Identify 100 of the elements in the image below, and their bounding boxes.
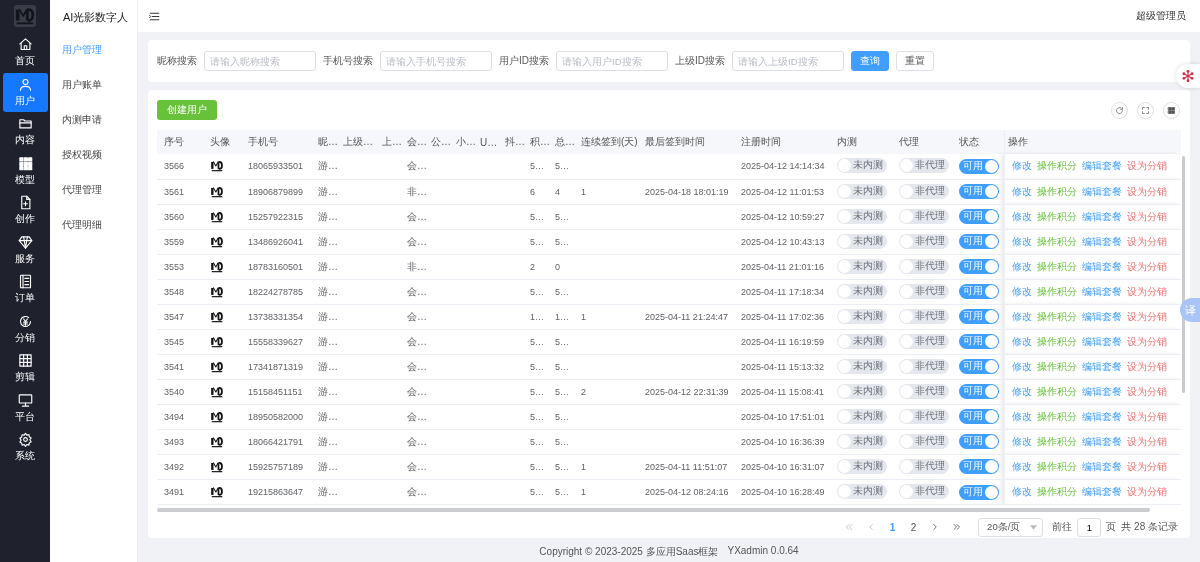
action-link[interactable]: 操作积分 (1036, 334, 1077, 349)
sidebar-item[interactable]: 剪辑 (2, 349, 48, 389)
sidebar-item[interactable]: 订单 (2, 270, 48, 310)
action-link[interactable]: 设为分销 (1126, 209, 1167, 224)
toggle-switch[interactable]: 未内测 (837, 358, 887, 374)
toggle-switch[interactable]: 可用 (959, 259, 999, 275)
toggle-switch[interactable]: 未内测 (837, 333, 887, 349)
page-input[interactable]: 1 (1077, 517, 1102, 537)
toggle-switch[interactable]: 未内测 (837, 158, 887, 174)
action-link[interactable]: 修改 (1011, 259, 1032, 274)
toggle-switch[interactable]: 未内测 (837, 383, 887, 399)
toggle-switch[interactable]: 非代理 (899, 383, 949, 399)
double-chevron-right-icon[interactable] (952, 522, 963, 533)
action-link[interactable]: 修改 (1011, 309, 1032, 324)
action-link[interactable]: 编辑套餐 (1081, 334, 1122, 349)
toggle-switch[interactable]: 可用 (959, 158, 999, 174)
sidebar-item[interactable]: 系统 (2, 428, 48, 468)
toggle-switch[interactable]: 可用 (959, 334, 999, 350)
submenu-item[interactable]: 用户账单 (50, 67, 137, 102)
toggle-switch[interactable]: 未内测 (837, 283, 887, 299)
sidebar-item[interactable]: 服务 (2, 230, 48, 270)
action-link[interactable]: 编辑套餐 (1081, 234, 1122, 249)
search-field[interactable]: 请输入用户ID搜索 (556, 51, 668, 71)
action-link[interactable]: 修改 (1011, 184, 1032, 199)
action-link[interactable]: 设为分销 (1126, 259, 1167, 274)
action-link[interactable]: 编辑套餐 (1081, 434, 1122, 449)
sidebar-item[interactable]: 平台 (2, 388, 48, 428)
reset-button[interactable]: 重置 (896, 51, 934, 71)
toggle-switch[interactable]: 未内测 (837, 183, 887, 199)
page-size-select[interactable]: 20条/页 (978, 517, 1044, 537)
action-link[interactable]: 编辑套餐 (1081, 459, 1122, 474)
toggle-switch[interactable]: 可用 (959, 284, 999, 300)
action-link[interactable]: 编辑套餐 (1081, 159, 1122, 174)
page-number[interactable]: 2 (903, 521, 925, 533)
action-link[interactable]: 操作积分 (1036, 384, 1077, 399)
action-link[interactable]: 修改 (1011, 485, 1032, 500)
action-link[interactable]: 修改 (1011, 159, 1032, 174)
vertical-scrollbar[interactable] (1182, 156, 1185, 393)
action-link[interactable]: 设为分销 (1126, 334, 1167, 349)
toggle-switch[interactable]: 非代理 (899, 484, 949, 500)
search-field[interactable]: 请输入手机号搜索 (380, 51, 492, 71)
action-link[interactable]: 操作积分 (1036, 409, 1077, 424)
toggle-switch[interactable]: 未内测 (837, 458, 887, 474)
action-link[interactable]: 编辑套餐 (1081, 309, 1122, 324)
action-link[interactable]: 修改 (1011, 334, 1032, 349)
action-link[interactable]: 操作积分 (1036, 284, 1077, 299)
toggle-switch[interactable]: 非代理 (899, 333, 949, 349)
sidebar-item[interactable]: 模型 (2, 151, 48, 191)
action-link[interactable]: 修改 (1011, 234, 1032, 249)
action-link[interactable]: 操作积分 (1036, 184, 1077, 199)
toggle-switch[interactable]: 可用 (959, 209, 999, 225)
action-link[interactable]: 设为分销 (1126, 384, 1167, 399)
toggle-switch[interactable]: 非代理 (899, 183, 949, 199)
toggle-switch[interactable]: 非代理 (899, 308, 949, 324)
submenu-item[interactable]: 内测申请 (50, 102, 137, 137)
action-link[interactable]: 操作积分 (1036, 209, 1077, 224)
action-link[interactable]: 编辑套餐 (1081, 409, 1122, 424)
action-link[interactable]: 设为分销 (1126, 359, 1167, 374)
action-link[interactable]: 修改 (1011, 359, 1032, 374)
toggle-switch[interactable]: 可用 (959, 484, 999, 500)
toggle-switch[interactable]: 可用 (959, 359, 999, 375)
action-link[interactable]: 编辑套餐 (1081, 384, 1122, 399)
toggle-switch[interactable]: 未内测 (837, 484, 887, 500)
action-link[interactable]: 编辑套餐 (1081, 284, 1122, 299)
toggle-switch[interactable]: 可用 (959, 434, 999, 450)
sidebar-item[interactable]: 创作 (2, 191, 48, 231)
action-link[interactable]: 设为分销 (1126, 184, 1167, 199)
toggle-switch[interactable]: 未内测 (837, 233, 887, 249)
submenu-item[interactable]: 代理管理 (50, 172, 137, 207)
action-link[interactable]: 修改 (1011, 384, 1032, 399)
toggle-switch[interactable]: 可用 (959, 384, 999, 400)
action-link[interactable]: 操作积分 (1036, 309, 1077, 324)
action-link[interactable]: 操作积分 (1036, 159, 1077, 174)
action-link[interactable]: 修改 (1011, 284, 1032, 299)
create-user-button[interactable]: 创建用户 (157, 100, 217, 120)
toggle-switch[interactable]: 未内测 (837, 308, 887, 324)
toggle-switch[interactable]: 非代理 (899, 358, 949, 374)
action-link[interactable]: 设为分销 (1126, 485, 1167, 500)
horizontal-scrollbar[interactable] (157, 508, 1150, 513)
toggle-switch[interactable]: 可用 (959, 409, 999, 425)
action-link[interactable]: 设为分销 (1126, 409, 1167, 424)
action-link[interactable]: 设为分销 (1126, 284, 1167, 299)
action-link[interactable]: 设为分销 (1126, 459, 1167, 474)
toggle-switch[interactable]: 非代理 (899, 258, 949, 274)
submenu-item[interactable]: 用户管理 (50, 32, 137, 67)
extension-button[interactable] (1176, 64, 1200, 88)
action-link[interactable]: 操作积分 (1036, 259, 1077, 274)
toggle-switch[interactable]: 可用 (959, 459, 999, 475)
action-link[interactable]: 编辑套餐 (1081, 209, 1122, 224)
double-chevron-left-icon[interactable] (844, 522, 855, 533)
action-link[interactable]: 设为分销 (1126, 159, 1167, 174)
action-link[interactable]: 设为分销 (1126, 434, 1167, 449)
sidebar-item[interactable]: 分销 (2, 309, 48, 349)
action-link[interactable]: 操作积分 (1036, 359, 1077, 374)
query-button[interactable]: 查询 (851, 51, 889, 71)
action-link[interactable]: 设为分销 (1126, 234, 1167, 249)
sidebar-item[interactable]: 首页 (2, 33, 48, 73)
action-link[interactable]: 操作积分 (1036, 434, 1077, 449)
action-link[interactable]: 修改 (1011, 409, 1032, 424)
page-number[interactable]: 1 (882, 521, 904, 533)
